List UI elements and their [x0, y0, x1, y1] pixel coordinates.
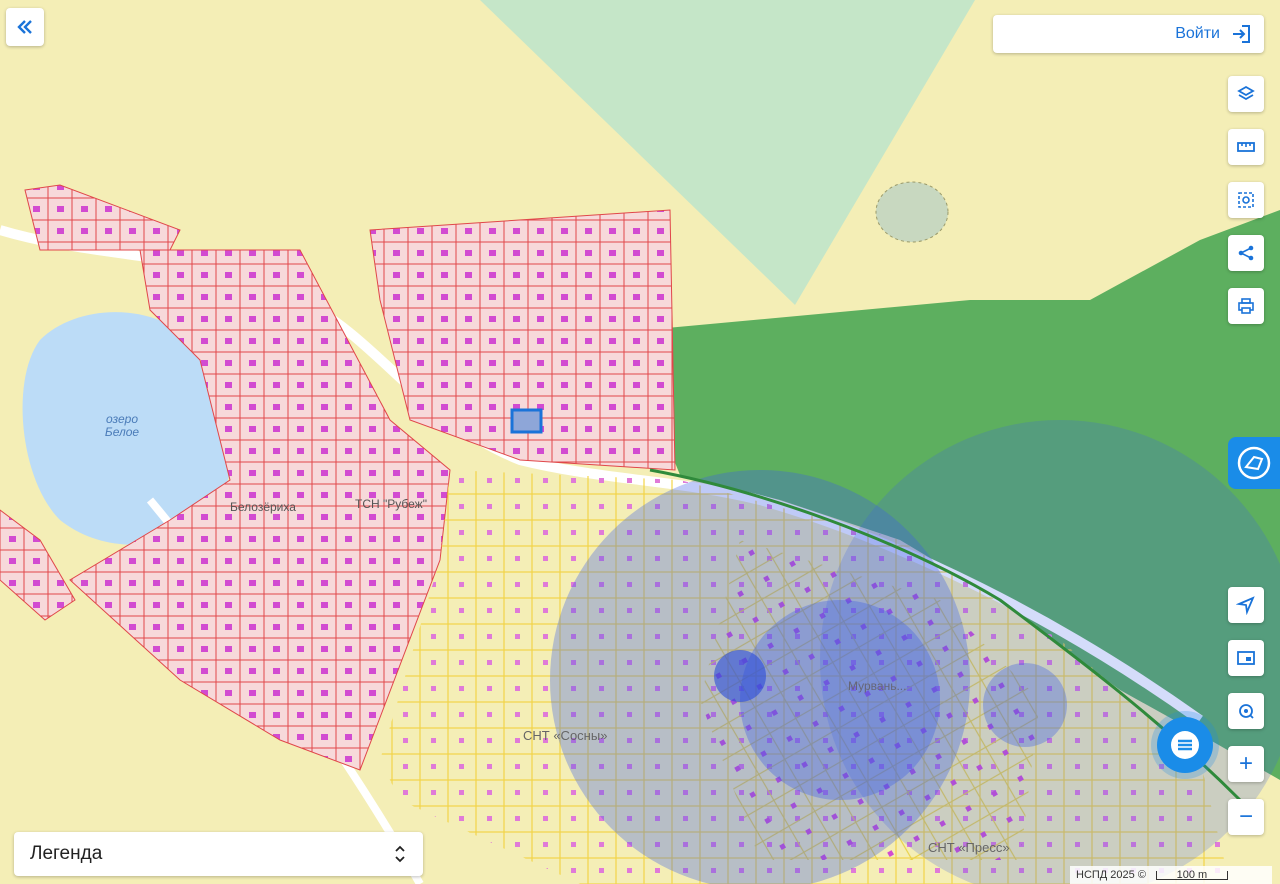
collapse-panel-button[interactable]: [6, 8, 44, 46]
point-search-icon: [1239, 704, 1254, 719]
ruler-button[interactable]: [1228, 129, 1264, 165]
selected-parcel[interactable]: [510, 408, 543, 434]
lake-label: озеро Белое: [105, 412, 140, 439]
select-area-button[interactable]: [1228, 182, 1264, 218]
ruler-icon: [1237, 142, 1255, 152]
point-search-button[interactable]: [1228, 693, 1264, 729]
legend-panel[interactable]: Легенда: [14, 832, 423, 876]
area-label: Мурвань...: [848, 679, 906, 693]
select-area-icon: [1238, 192, 1254, 208]
minimap-icon: [1237, 651, 1255, 665]
share-button[interactable]: [1228, 235, 1264, 271]
egrn-service-button[interactable]: [1228, 437, 1280, 489]
minimap-button[interactable]: [1228, 640, 1264, 676]
chat-icon: [1171, 731, 1199, 759]
print-icon: [1238, 298, 1254, 314]
snt-press-label: СНТ «Пресс»: [928, 840, 1010, 855]
chevron-up-down-icon: [395, 845, 405, 863]
attribution-text: НСПД 2025 ©: [1076, 869, 1146, 881]
chat-button[interactable]: [1157, 717, 1213, 773]
layers-icon: [1237, 85, 1255, 101]
login-label: Войти: [1175, 25, 1220, 42]
legend-label: Легенда: [30, 843, 103, 864]
egrn-icon: [1237, 446, 1271, 480]
pond: [875, 181, 949, 243]
cadastral-map[interactable]: озеро Белое Белозёриха ТСН "Рубеж" СНТ «С…: [0, 0, 1280, 884]
login-icon: [1233, 25, 1250, 43]
login-button[interactable]: Войти: [993, 15, 1264, 53]
double-chevron-left-icon: [17, 20, 32, 34]
tsn-label: ТСН "Рубеж": [355, 497, 427, 511]
village-label: Белозёриха: [230, 500, 296, 514]
locate-icon: [1236, 596, 1255, 615]
scale-bar: 100 m: [1155, 869, 1228, 880]
zone-circle: [740, 600, 940, 800]
share-icon: [1238, 245, 1254, 261]
zoom-in-button[interactable]: +: [1228, 746, 1264, 782]
zone-circle: [714, 650, 766, 702]
zoom-out-button[interactable]: −: [1228, 799, 1264, 835]
locate-button[interactable]: [1228, 587, 1264, 623]
print-button[interactable]: [1228, 288, 1264, 324]
map-attribution: НСПД 2025 © 100 m: [1070, 866, 1272, 884]
snt-sosny-label: СНТ «Сосны»: [523, 728, 607, 743]
layers-button[interactable]: [1228, 76, 1264, 112]
zone-circle: [983, 663, 1067, 747]
